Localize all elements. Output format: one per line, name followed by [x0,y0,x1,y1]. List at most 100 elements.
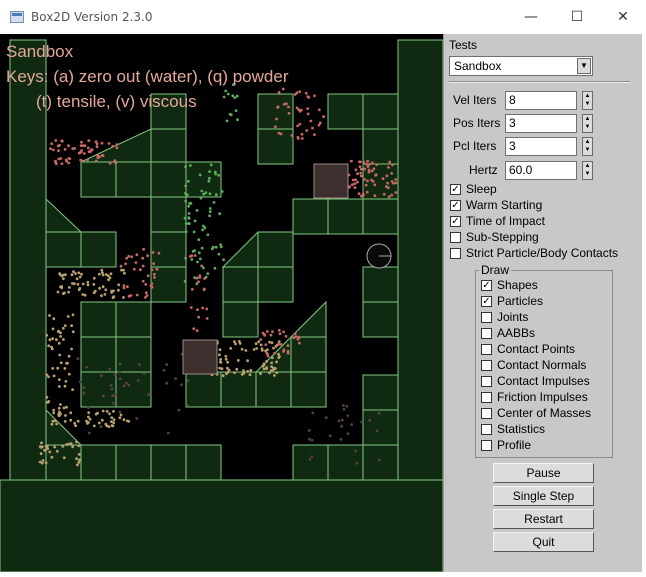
draw-shapes-checkbox[interactable]: ✓ [481,280,492,291]
particle [61,273,65,277]
chevron-down-icon[interactable]: ▼ [577,58,591,74]
particle [365,190,369,194]
particle [39,452,43,455]
particle [360,420,364,424]
draw-contact-impulses-label: Contact Impulses [497,374,590,388]
wall-tile [362,266,399,303]
draw-contact-normals-checkbox[interactable] [481,360,492,371]
draw-contact-points-checkbox[interactable] [481,344,492,355]
time-of-impact-checkbox[interactable]: ✓ [450,216,461,227]
particle [69,411,73,415]
particle [56,290,60,294]
particle [214,245,218,249]
particle [174,377,178,380]
tests-dropdown[interactable]: Sandbox ▼ [449,56,593,76]
minimize-button[interactable]: — [508,0,554,34]
particle [61,326,65,330]
particle [259,372,262,376]
particle [99,425,103,428]
particle [81,144,85,148]
restart-button[interactable]: Restart [493,509,594,529]
overlay-keys-line-1: Keys: (a) zero out (water), (q) powder [6,67,289,86]
particle [192,327,196,331]
vel-iters-spinner[interactable]: ▲ ▼ [582,91,593,110]
particle [63,367,67,370]
pcl-iters-input[interactable]: 3 [505,137,577,156]
draw-statistics-checkbox[interactable] [481,424,492,435]
particle [134,261,138,264]
close-button[interactable]: ✕ [600,0,646,34]
particle [270,341,274,345]
wall-ramp [45,408,83,446]
draw-particles-checkbox[interactable]: ✓ [481,296,492,307]
particle [57,341,61,345]
particle [296,137,300,140]
particle [324,416,328,420]
vel-iters-input[interactable]: 8 [505,91,577,110]
draw-friction-impulses-checkbox[interactable] [481,392,492,403]
draw-contact-impulses-checkbox[interactable] [481,376,492,387]
sub-stepping-checkbox[interactable] [450,232,461,243]
particle [89,149,93,153]
draw-profile-checkbox[interactable] [481,440,492,451]
single-step-button[interactable]: Single Step [493,486,594,506]
particle [57,385,61,388]
draw-center-of-masses-checkbox[interactable] [481,408,492,419]
particle [354,178,357,182]
particle [104,273,108,276]
draw-group-label: Draw [479,263,512,277]
particle [212,201,216,204]
wall-tile [150,161,187,198]
particle [57,149,60,153]
draw-aabbs-checkbox[interactable] [481,328,492,339]
strict-contacts-checkbox[interactable] [450,248,461,259]
particle [112,418,116,422]
particle [152,272,156,276]
particle [205,317,209,320]
pause-button[interactable]: Pause [493,463,594,483]
particle [282,330,285,334]
sleep-checkbox[interactable]: ✓ [450,184,461,195]
particle [217,252,221,256]
particle [270,365,273,369]
particle [265,366,268,369]
draw-shapes-label: Shapes [497,278,538,292]
particle [257,340,261,344]
particle [187,204,191,208]
maximize-button[interactable]: ☐ [554,0,600,34]
particle [185,193,189,197]
simulation-viewport[interactable]: Sandbox Keys: (a) zero out (water), (q) … [0,34,443,572]
particle [83,293,87,297]
hertz-spinner[interactable]: ▲ ▼ [582,161,593,180]
particle [104,422,108,426]
particle [218,353,221,357]
particle [67,372,71,376]
hertz-input[interactable]: 60.0 [505,161,577,180]
particle [43,448,46,452]
particle [149,284,153,288]
particle [49,147,52,150]
particle [85,419,88,423]
particle [188,202,191,205]
wall-tile [220,371,257,408]
particle [252,348,256,351]
pos-iters-spinner[interactable]: ▲ ▼ [582,114,593,133]
particle [201,306,205,310]
particle [48,314,51,317]
quit-button[interactable]: Quit [493,532,594,552]
particle [311,411,315,415]
particle [275,371,279,374]
particle [309,119,313,123]
pcl-iters-spinner[interactable]: ▲ ▼ [582,137,593,156]
window-title: Box2D Version 2.3.0 [31,10,153,24]
particle [69,442,73,445]
pos-iters-input[interactable]: 3 [505,114,577,133]
particle [148,392,152,396]
particle [108,161,112,165]
particle [118,362,122,366]
draw-joints-checkbox[interactable] [481,312,492,323]
warm-starting-checkbox[interactable]: ✓ [450,200,461,211]
wall-tile [362,374,399,411]
particle [51,419,55,423]
particle [266,354,270,358]
